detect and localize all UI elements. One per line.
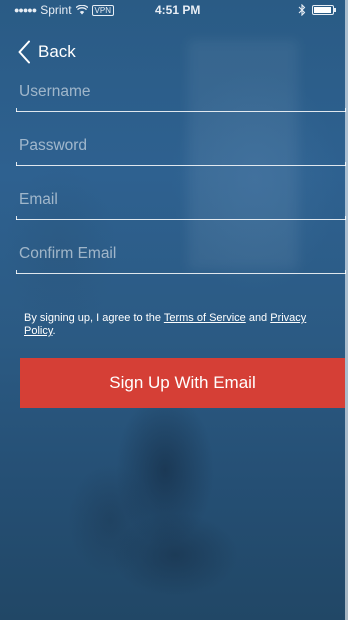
chevron-left-icon	[18, 40, 30, 64]
password-input[interactable]	[16, 126, 336, 166]
status-left: ●●●●● Sprint VPN	[14, 3, 114, 17]
back-label: Back	[38, 42, 76, 61]
email-underline	[16, 216, 346, 220]
sign-up-with-email-button[interactable]: Sign Up With Email	[20, 358, 345, 408]
terms-suffix: .	[52, 325, 56, 337]
status-time: 4:51 PM	[155, 3, 201, 17]
password-field-group	[16, 126, 346, 166]
password-underline	[16, 162, 346, 166]
username-input[interactable]	[16, 72, 336, 112]
confirm-email-field-group	[16, 234, 346, 274]
email-field-group	[16, 180, 346, 220]
signal-strength-icon: ●●●●●	[14, 5, 37, 15]
battery-icon	[312, 5, 336, 15]
vpn-badge: VPN	[91, 4, 114, 16]
confirm-email-underline	[16, 270, 346, 274]
username-underline	[16, 108, 346, 112]
email-input[interactable]	[16, 180, 336, 220]
terms-middle: and	[245, 312, 271, 324]
username-field-group	[16, 72, 346, 112]
signup-screen: ●●●●● Sprint VPN 4:51 PM Back Username E…	[0, 0, 348, 620]
back-button[interactable]: Back	[18, 38, 76, 66]
wifi-icon	[75, 5, 88, 15]
status-bar: ●●●●● Sprint VPN 4:51 PM	[0, 0, 348, 20]
terms-prefix: By signing up, I agree to the	[24, 312, 164, 324]
status-right	[298, 4, 336, 16]
confirm-email-input[interactable]	[16, 234, 336, 274]
carrier-name: Sprint	[40, 3, 72, 17]
terms-of-service-link[interactable]: Terms of Service	[164, 312, 246, 324]
terms-notice: By signing up, I agree to the Terms of S…	[24, 312, 324, 338]
bluetooth-icon	[298, 4, 306, 16]
